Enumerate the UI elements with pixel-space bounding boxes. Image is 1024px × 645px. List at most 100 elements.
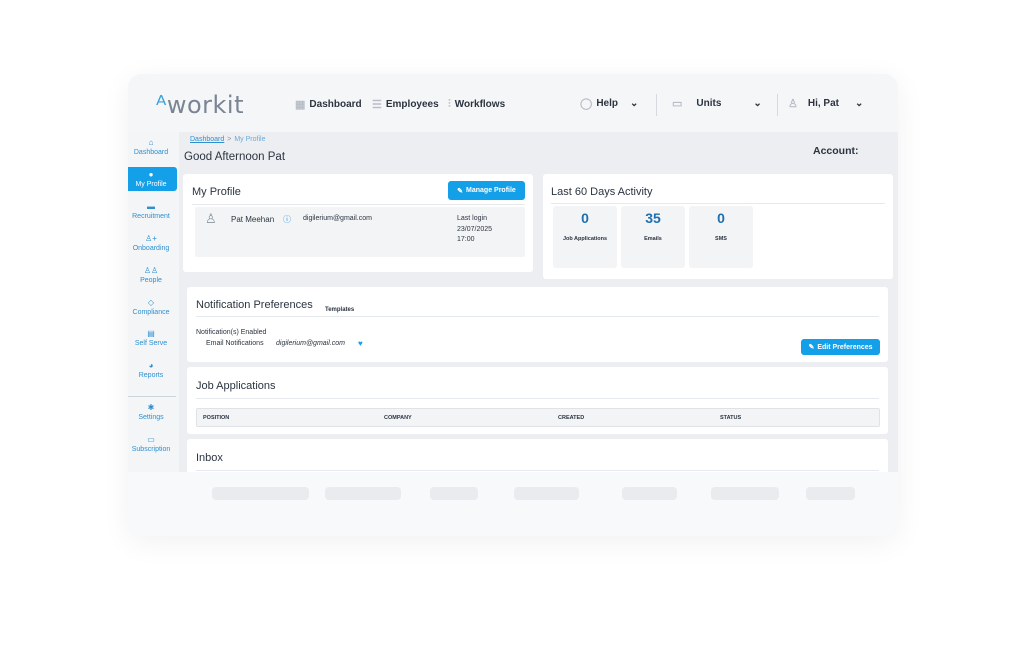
account-label: Account: bbox=[813, 145, 859, 157]
skeleton-placeholder bbox=[622, 487, 677, 500]
help-label: Help bbox=[596, 98, 618, 109]
grid-icon: ▦ bbox=[295, 99, 306, 111]
sidebar-item-label: People bbox=[140, 277, 162, 284]
email-notifications-value: digilerium@gmail.com bbox=[276, 340, 345, 347]
nav-workflows[interactable]: ⫶ Workflows bbox=[448, 98, 505, 111]
stat-emails: 35 Emails bbox=[621, 206, 685, 268]
app-window: ᴬworkit ▦ Dashboard ☰ Employees ⫶ Workfl… bbox=[128, 74, 898, 536]
skeleton-placeholder bbox=[806, 487, 855, 500]
divider bbox=[656, 94, 657, 116]
last-login-time: 17:00 bbox=[457, 236, 475, 243]
stat-value: 0 bbox=[717, 210, 725, 226]
sidebar-item-reports[interactable]: ◕ Reports bbox=[128, 361, 177, 379]
chevron-down-icon: ⌄ bbox=[629, 98, 639, 109]
nav-dashboard-label: Dashboard bbox=[309, 99, 362, 110]
sidebar-item-recruitment[interactable]: ▬ Recruitment bbox=[128, 202, 177, 220]
user-menu[interactable]: ♙ Hi, Pat ⌄ bbox=[788, 97, 863, 110]
edit-icon: ✎ bbox=[808, 344, 815, 351]
tab-templates[interactable]: Templates bbox=[325, 307, 354, 313]
avatar-icon: ♙ bbox=[205, 211, 217, 226]
skeleton-placeholder bbox=[212, 487, 309, 500]
chevron-down-icon: ⌄ bbox=[855, 98, 864, 109]
breadcrumb-current: My Profile bbox=[234, 136, 266, 143]
sliders-icon: ⫶ bbox=[448, 98, 451, 110]
column-header[interactable]: COMPANY bbox=[384, 415, 412, 421]
sidebar: ⌂ Dashboard ● My Profile ▬ Recruitment ♙… bbox=[128, 132, 178, 472]
list-icon: ☰ bbox=[372, 99, 382, 111]
nav-dashboard[interactable]: ▦ Dashboard bbox=[295, 98, 362, 111]
manage-profile-label: Manage Profile bbox=[466, 187, 516, 194]
edit-preferences-button[interactable]: ✎ Edit Preferences bbox=[801, 339, 880, 355]
document-icon: ▤ bbox=[147, 329, 155, 338]
sidebar-item-settings[interactable]: ✱ Settings bbox=[128, 403, 177, 421]
column-header[interactable]: STATUS bbox=[720, 415, 741, 421]
user-greeting: Hi, Pat bbox=[807, 98, 839, 109]
sidebar-item-label: Subscription bbox=[131, 446, 171, 453]
chat-icon: ◯ bbox=[580, 98, 593, 110]
divider bbox=[192, 204, 525, 205]
stat-label: Job Applications bbox=[562, 236, 608, 242]
profile-card: My Profile ✎ Manage Profile ♙ Pat Meehan… bbox=[183, 174, 533, 272]
sidebar-item-people[interactable]: ♙♙ People bbox=[128, 266, 177, 284]
breadcrumb-root[interactable]: Dashboard bbox=[190, 136, 224, 143]
sidebar-item-dashboard[interactable]: ⌂ Dashboard bbox=[128, 138, 177, 156]
sidebar-item-label: Dashboard bbox=[133, 149, 169, 156]
profile-card-title: My Profile bbox=[192, 186, 241, 198]
skeleton-placeholder bbox=[514, 487, 579, 500]
edit-preferences-label: Edit Preferences bbox=[817, 343, 873, 351]
sidebar-item-label: Recruitment bbox=[132, 213, 170, 220]
notifications-enabled-label: Notification(s) Enabled bbox=[196, 329, 267, 336]
profile-summary: ♙ Pat Meehan ⓘ digilerium@gmail.com Last… bbox=[195, 207, 525, 257]
activity-card: Last 60 Days Activity 0 Job Applications… bbox=[543, 174, 893, 279]
units-menu[interactable]: ▭ Units ⌄ bbox=[672, 97, 762, 110]
workit-logo[interactable]: ᴬworkit bbox=[156, 91, 244, 119]
sidebar-item-label: Self Serve bbox=[134, 340, 168, 347]
stat-value: 0 bbox=[581, 210, 589, 226]
last-login-date: 23/07/2025 bbox=[457, 226, 493, 233]
briefcase-icon: ▬ bbox=[147, 202, 155, 211]
faded-footer bbox=[128, 472, 898, 536]
stat-sms: 0 SMS bbox=[689, 206, 753, 268]
sidebar-item-self-serve[interactable]: ▤ Self Serve bbox=[128, 329, 177, 347]
job-applications-title: Job Applications bbox=[196, 380, 276, 392]
column-header[interactable]: POSITION bbox=[203, 415, 229, 421]
user-plus-icon: ♙+ bbox=[145, 234, 157, 243]
help-menu[interactable]: ◯ Help ⌄ bbox=[580, 97, 638, 110]
sidebar-item-my-profile[interactable]: ● My Profile bbox=[128, 167, 177, 191]
activity-card-title: Last 60 Days Activity bbox=[551, 186, 653, 198]
main-content: Dashboard > My Profile Good Afternoon Pat … bbox=[179, 132, 898, 479]
column-header[interactable]: CREATED bbox=[558, 415, 584, 421]
user-circle-icon: ● bbox=[148, 170, 154, 179]
profile-name: Pat Meehan bbox=[231, 215, 275, 224]
sidebar-item-label: Settings bbox=[138, 414, 164, 421]
breadcrumb: Dashboard > My Profile bbox=[190, 136, 265, 143]
chevron-down-icon: ⌄ bbox=[753, 98, 762, 109]
sidebar-item-compliance[interactable]: ◇ Compliance bbox=[128, 298, 177, 316]
sidebar-item-label: My Profile bbox=[135, 181, 167, 188]
sidebar-item-label: Reports bbox=[138, 372, 164, 379]
shield-icon: ◇ bbox=[147, 298, 155, 307]
user-icon: ♙ bbox=[788, 98, 798, 110]
nav-employees[interactable]: ☰ Employees bbox=[372, 98, 439, 111]
sidebar-item-label: Compliance bbox=[132, 309, 170, 316]
top-bar: ᴬworkit ▦ Dashboard ☰ Employees ⫶ Workfl… bbox=[128, 74, 898, 132]
stat-job-applications: 0 Job Applications bbox=[553, 206, 617, 268]
units-label: Units bbox=[696, 98, 722, 109]
logo-mark: ᴬ bbox=[156, 91, 167, 119]
home-icon: ⌂ bbox=[148, 138, 154, 147]
manage-profile-button[interactable]: ✎ Manage Profile bbox=[448, 181, 525, 200]
notification-card-title: Notification Preferences bbox=[196, 299, 313, 311]
divider bbox=[196, 470, 879, 471]
skeleton-placeholder bbox=[430, 487, 478, 500]
stat-label: SMS bbox=[715, 236, 727, 242]
info-icon[interactable]: ⓘ bbox=[283, 214, 291, 225]
people-icon: ♙♙ bbox=[143, 266, 159, 275]
skeleton-placeholder bbox=[711, 487, 779, 500]
job-applications-card: Job Applications POSITION COMPANY CREATE… bbox=[187, 367, 888, 434]
skeleton-placeholder bbox=[325, 487, 401, 500]
nav-employees-label: Employees bbox=[385, 99, 439, 110]
sidebar-item-onboarding[interactable]: ♙+ Onboarding bbox=[128, 234, 177, 252]
email-notifications-label: Email Notifications bbox=[206, 340, 264, 347]
sidebar-item-subscription[interactable]: ▭ Subscription bbox=[128, 435, 177, 453]
stat-value: 35 bbox=[645, 210, 661, 226]
